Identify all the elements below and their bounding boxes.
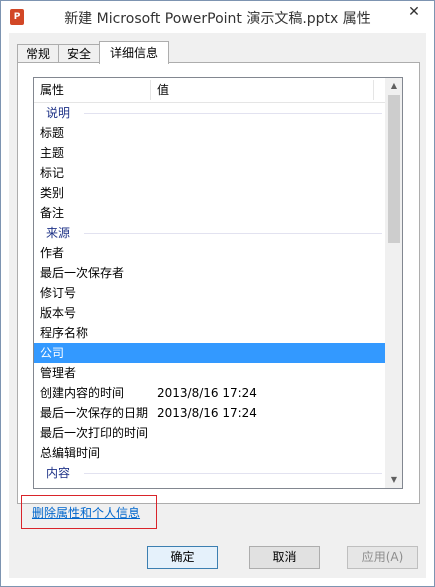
list-item[interactable]: 程序名称	[34, 323, 386, 343]
property-name: 标记	[40, 166, 65, 180]
property-name: 备注	[40, 206, 65, 220]
property-name: 最后一次保存者	[40, 266, 125, 280]
column-separator[interactable]	[373, 80, 374, 100]
list-item[interactable]: 总编辑时间	[34, 443, 386, 463]
list-header: 属性 值	[34, 78, 386, 103]
remove-properties-highlight: 删除属性和个人信息	[21, 495, 157, 529]
button-bar: 确定 取消 应用(A)	[9, 543, 426, 573]
tab-details[interactable]: 详细信息	[99, 41, 170, 64]
list-item[interactable]: 修订号	[34, 283, 386, 303]
list-rows: 说明 标题 主题 标记 类别 备注 来源 作者 最后一次保存者 修订号 版本号 …	[34, 103, 386, 483]
details-panel: 属性 值 说明 标题 主题 标记 类别 备注 来源 作者 最后一次保存者 修订号…	[17, 62, 420, 504]
list-item-selected[interactable]: 公司	[34, 343, 386, 363]
property-name: 程序名称	[40, 326, 89, 340]
list-item[interactable]: 备注	[34, 203, 386, 223]
group-header-content: 内容	[34, 463, 386, 483]
list-item[interactable]: 类别	[34, 183, 386, 203]
list-item[interactable]: 作者	[34, 243, 386, 263]
cancel-button[interactable]: 取消	[249, 546, 320, 569]
property-value: 2013/8/16 17:24	[157, 406, 257, 420]
property-name: 修订号	[40, 286, 77, 300]
group-label: 说明	[46, 106, 71, 120]
tab-security[interactable]: 安全	[58, 44, 101, 64]
apply-button[interactable]: 应用(A)	[347, 546, 418, 569]
property-name: 主题	[40, 146, 65, 160]
vertical-scrollbar[interactable]: ▲ ▼	[385, 78, 402, 488]
list-item[interactable]: 标题	[34, 123, 386, 143]
title-bar: P 新建 Microsoft PowerPoint 演示文稿.pptx 属性 ✕	[1, 1, 434, 33]
list-item[interactable]: 版本号	[34, 303, 386, 323]
column-header-value[interactable]: 值	[151, 78, 377, 102]
property-name: 总编辑时间	[40, 446, 101, 460]
property-list[interactable]: 属性 值 说明 标题 主题 标记 类别 备注 来源 作者 最后一次保存者 修订号…	[33, 77, 403, 489]
property-name: 管理者	[40, 366, 77, 380]
column-header-property[interactable]: 属性	[34, 78, 150, 102]
list-item[interactable]: 最后一次打印的时间	[34, 423, 386, 443]
scroll-up-icon[interactable]: ▲	[386, 78, 402, 94]
property-name: 公司	[40, 346, 65, 360]
ok-button[interactable]: 确定	[147, 546, 218, 569]
property-name: 标题	[40, 126, 65, 140]
property-name: 版本号	[40, 306, 77, 320]
list-item[interactable]: 管理者	[34, 363, 386, 383]
list-item[interactable]: 主题	[34, 143, 386, 163]
property-name: 创建内容的时间	[40, 386, 125, 400]
dialog-content: 常规 安全 详细信息 属性 值 说明 标题 主题 标记 类别 备注 来源 作者 …	[9, 33, 426, 578]
list-item[interactable]: 最后一次保存的日期 2013/8/16 17:24	[34, 403, 386, 423]
window-title: 新建 Microsoft PowerPoint 演示文稿.pptx 属性	[64, 11, 371, 27]
property-name: 最后一次打印的时间	[40, 426, 149, 440]
property-name: 最后一次保存的日期	[40, 406, 149, 420]
close-button[interactable]: ✕	[400, 1, 428, 23]
group-header-origin: 来源	[34, 223, 386, 243]
scroll-down-icon[interactable]: ▼	[386, 472, 402, 488]
group-label: 来源	[46, 226, 71, 240]
scrollbar-thumb[interactable]	[388, 95, 400, 243]
group-label: 内容	[46, 466, 71, 480]
property-name: 作者	[40, 246, 65, 260]
tab-strip: 常规 安全 详细信息	[17, 41, 170, 64]
property-value: 2013/8/16 17:24	[157, 386, 257, 400]
list-item[interactable]: 最后一次保存者	[34, 263, 386, 283]
remove-properties-link[interactable]: 删除属性和个人信息	[32, 504, 140, 521]
list-item[interactable]: 标记	[34, 163, 386, 183]
group-header-description: 说明	[34, 103, 386, 123]
properties-dialog: P 新建 Microsoft PowerPoint 演示文稿.pptx 属性 ✕…	[0, 0, 435, 587]
list-item[interactable]: 创建内容的时间 2013/8/16 17:24	[34, 383, 386, 403]
tab-general[interactable]: 常规	[17, 44, 60, 64]
property-name: 类别	[40, 186, 65, 200]
